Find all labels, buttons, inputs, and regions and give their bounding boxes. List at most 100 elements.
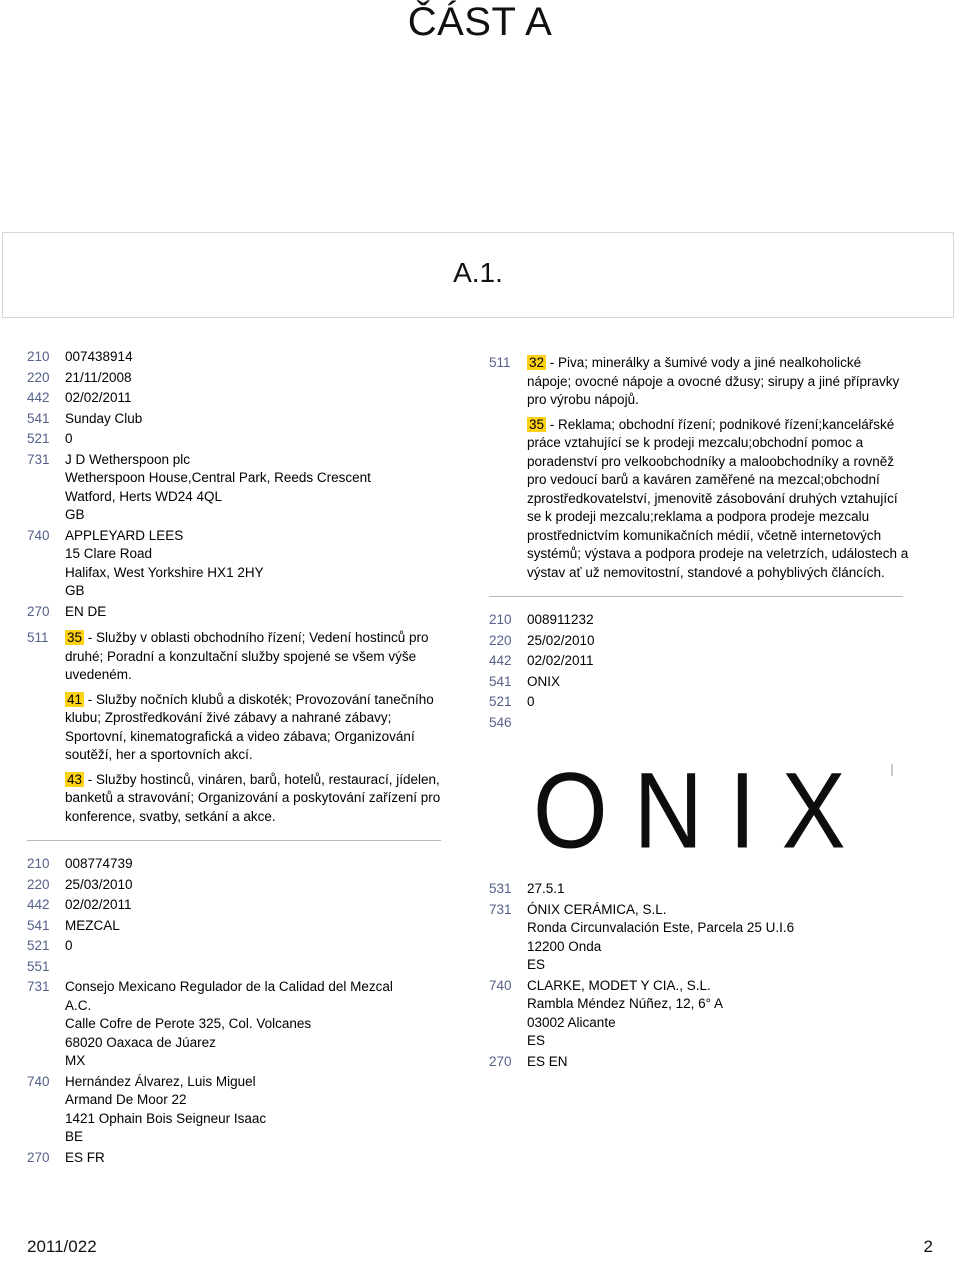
class-description: - Služby nočních klubů a diskoték; Provo…: [65, 691, 434, 763]
field-value-line: 1421 Ophain Bois Seigneur Isaac: [65, 1110, 267, 1126]
field-code: 270: [27, 603, 50, 619]
field-value-line: 68020 Oaxaca de Júarez: [65, 1034, 216, 1050]
field-row: 442 02/02/2011: [27, 389, 447, 408]
field-value: EN DE: [65, 603, 447, 622]
field-value-line: 03002 Alicante: [527, 1014, 616, 1030]
trademark-image: ONIX: [489, 742, 909, 874]
field-value-line: J D Wetherspoon plc: [65, 451, 191, 467]
field-code: 442: [27, 897, 50, 912]
record: 210 008774739 220 25/03/2010 442 02/02/2011 54…: [27, 855, 447, 1167]
field-value: Consejo Mexicano Regulador de la Calidad…: [65, 978, 447, 1071]
left-column: 210 007438914 220 21/11/2008 442 02/02/2011 54…: [27, 348, 447, 1169]
record: 511 32 - Piva; minerálky a šumivé vody a …: [489, 348, 909, 582]
field-code: 220: [489, 632, 512, 648]
field-value: ÓNIX CERÁMICA, S.L. Ronda Circunvalación …: [527, 901, 909, 975]
field-value-line: 0: [65, 431, 73, 446]
field-value-line: BE: [65, 1129, 84, 1144]
field-value-line: 02/02/2011: [65, 897, 132, 912]
field-value-line: Calle Cofre de Perote 325, Col. Volcanes: [65, 1016, 312, 1031]
field-value-line: ÓNIX CERÁMICA, S.L.: [527, 901, 667, 917]
field-row: 220 25/02/2010: [489, 632, 909, 651]
field-value-line: Rambla Méndez Núñez, 12, 6° A: [527, 996, 724, 1011]
classes-row: 511 32 - Piva; minerálky a šumivé vody a …: [489, 354, 909, 582]
field-value-line: 21/11/2008: [65, 369, 132, 385]
field-value: ONIX: [527, 673, 909, 692]
field-value-line: 007438914: [65, 349, 133, 364]
field-row: 270 ES FR: [27, 1149, 447, 1168]
record: 210 008911232 220 25/02/2010 442 02/02/2011 54…: [489, 611, 909, 1071]
class-block: 35 - Reklama; obchodní řízení; podnikové…: [527, 416, 909, 583]
classes-list: 32 - Piva; minerálky a šumivé vody a jin…: [527, 354, 909, 582]
field-value-line: 008774739: [65, 856, 133, 871]
record-separator: [489, 596, 903, 597]
field-value: 008911232: [527, 611, 909, 630]
field-row: 270 EN DE: [27, 603, 447, 622]
field-code: 546: [489, 714, 512, 730]
field-value-line: ES: [527, 957, 546, 972]
field-value: MEZCAL: [65, 917, 447, 936]
field-value: 25/03/2010: [65, 876, 447, 895]
field-value-line: 0: [527, 694, 535, 709]
field-value-line: 008911232: [527, 612, 594, 627]
field-value-line: Hernández Álvarez, Luis Miguel: [65, 1073, 256, 1089]
field-row: 521 0: [27, 430, 447, 449]
field-value-line: Watford, Herts WD24 4QL: [65, 488, 223, 504]
field-row: 521 0: [27, 937, 447, 956]
field-value-line: Consejo Mexicano Regulador de la Calidad…: [65, 979, 393, 994]
footer-issue: 2011/022: [27, 1237, 97, 1256]
field-row: 740 CLARKE, MODET Y CIA., S.L. Rambla Ménd…: [489, 977, 909, 1051]
field-value: 0: [527, 693, 909, 712]
class-description: - Služby hostinců, vináren, barů, hotelů…: [65, 771, 441, 824]
field-code: 731: [27, 451, 50, 467]
image-speck: [891, 764, 893, 776]
field-row: 442 02/02/2011: [489, 652, 909, 671]
field-code: 220: [27, 369, 50, 385]
field-value-line: ES FR: [65, 1149, 105, 1165]
field-code: 541: [27, 410, 50, 426]
field-code: 210: [27, 856, 50, 871]
class-block: 35 - Služby v oblasti obchodního řízení;…: [65, 629, 447, 685]
field-code: 531: [489, 881, 512, 896]
field-code: 521: [27, 938, 50, 953]
field-row: 551: [27, 958, 447, 977]
classes-row: 511 35 - Služby v oblasti obchodního říze…: [27, 629, 447, 826]
field-value: 008774739: [65, 855, 447, 874]
field-value-line: 25/03/2010: [65, 876, 133, 892]
field-row: 731 J D Wetherspoon plc Wetherspoon House,…: [27, 451, 447, 525]
field-value-line: MEZCAL: [65, 917, 120, 933]
field-row: 546: [489, 714, 909, 733]
field-value-line: Wetherspoon House,Central Park, Reeds Cr…: [65, 470, 371, 485]
field-value-line: ONIX: [527, 673, 561, 689]
field-code: 220: [27, 876, 50, 892]
field-row: 541 Sunday Club: [27, 410, 447, 429]
field-value-line: 02/02/2011: [527, 653, 594, 668]
field-value-line: Armand De Moor 22: [65, 1092, 187, 1107]
field-row: 740 APPLEYARD LEES 15 Clare Road Halifax, W…: [27, 527, 447, 601]
class-description: - Služby v oblasti obchodního řízení; Ve…: [65, 630, 429, 682]
field-value-line: Halifax, West Yorkshire HX1 2HY: [65, 564, 264, 580]
field-code: 551: [27, 958, 50, 974]
field-value-line: APPLEYARD LEES: [65, 527, 184, 543]
field-code: 210: [27, 349, 50, 364]
field-code: 511: [489, 355, 511, 370]
field-code: 740: [27, 527, 50, 543]
field-code: 521: [489, 694, 512, 709]
class-number-highlight: 35: [65, 630, 85, 645]
field-value: 21/11/2008: [65, 369, 447, 388]
field-row: 210 007438914: [27, 348, 447, 367]
class-block: 43 - Služby hostinců, vináren, barů, hot…: [65, 771, 447, 827]
field-code: 270: [489, 1053, 512, 1069]
field-value-line: Sunday Club: [65, 410, 143, 426]
field-code: 210: [489, 612, 512, 627]
field-value: CLARKE, MODET Y CIA., S.L. Rambla Méndez …: [527, 977, 909, 1051]
field-value-line: 0: [65, 938, 73, 953]
field-value-line: 27.5.1: [527, 881, 565, 896]
field-row: 541 ONIX: [489, 673, 909, 692]
field-value-line: 15 Clare Road: [65, 546, 153, 561]
class-number-highlight: 35: [527, 416, 547, 432]
class-number-highlight: 32: [527, 355, 547, 370]
field-value: J D Wetherspoon plc Wetherspoon House,Cen…: [65, 451, 447, 525]
field-value-line: 12200 Onda: [527, 938, 602, 954]
